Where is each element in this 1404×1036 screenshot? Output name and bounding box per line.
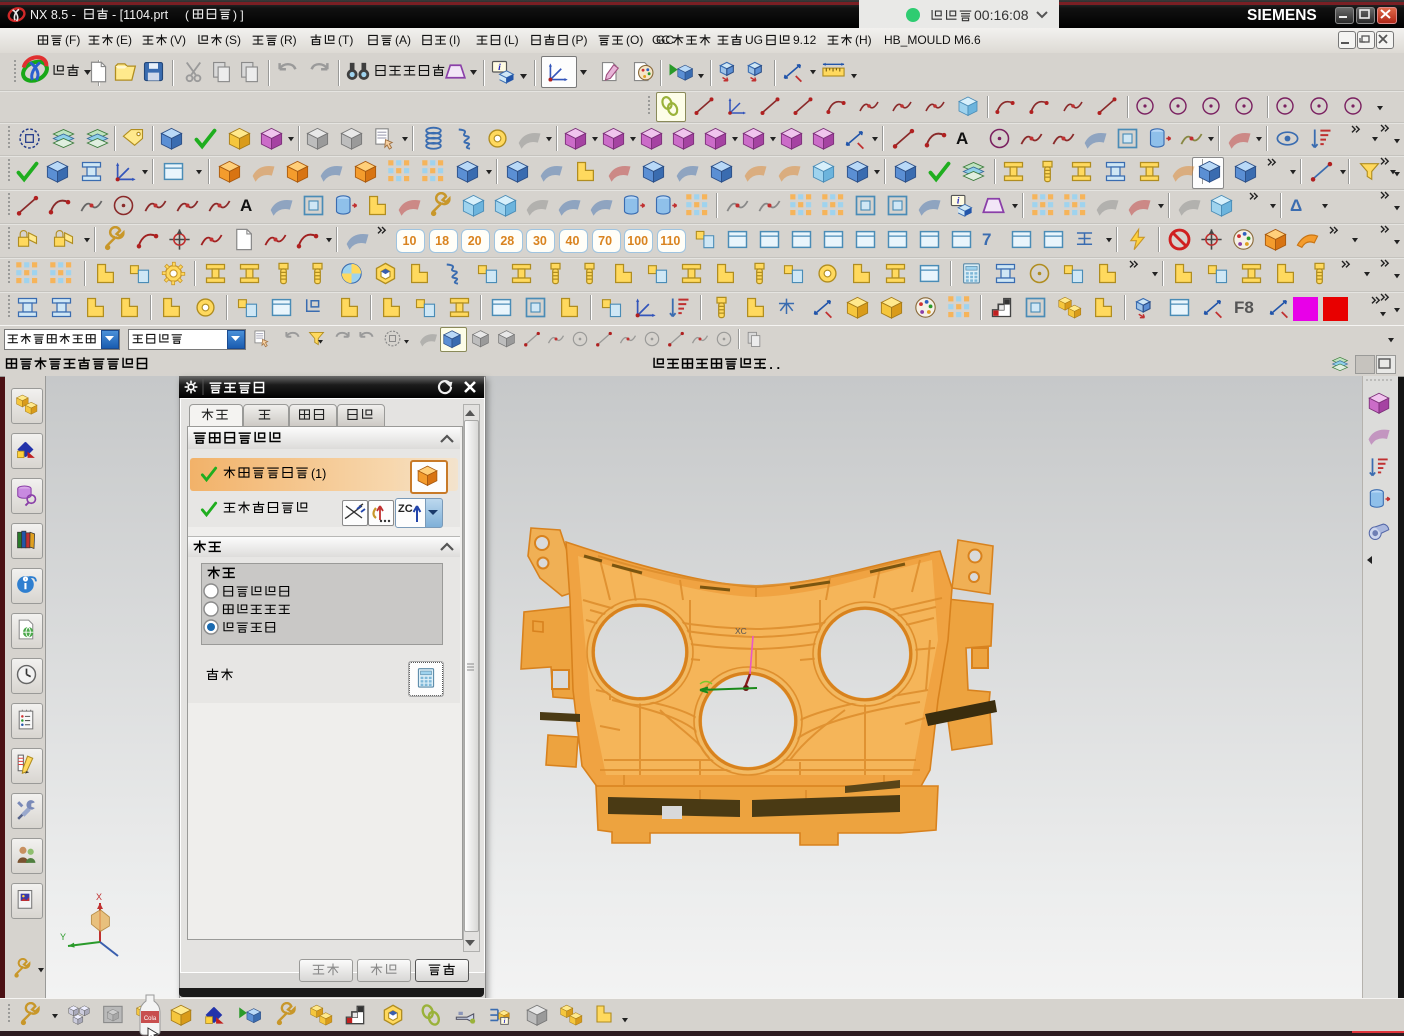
svg-text:ZC: ZC (398, 503, 413, 515)
svg-text:Cola: Cola (144, 1016, 157, 1022)
svg-text:A: A (240, 196, 252, 215)
svg-text:A: A (956, 129, 968, 148)
svg-text:18: 18 (435, 234, 449, 248)
svg-text:X: X (96, 892, 102, 902)
svg-text:Δ: Δ (1290, 196, 1302, 215)
svg-text:UG: UG (745, 33, 763, 47)
svg-text:- [1104.prt: - [1104.prt (112, 8, 169, 22)
svg-text:30: 30 (533, 234, 547, 248)
svg-text:(S): (S) (225, 33, 241, 47)
svg-text:(R): (R) (280, 33, 297, 47)
svg-text:(O): (O) (626, 33, 643, 47)
svg-text:SIEMENS: SIEMENS (1247, 7, 1317, 24)
svg-text:Y: Y (60, 932, 66, 942)
svg-text:(: ( (185, 8, 189, 22)
svg-text:GC: GC (652, 33, 670, 47)
svg-text:) ]: ) ] (233, 8, 244, 22)
svg-text:100: 100 (627, 234, 648, 248)
svg-text:F8: F8 (1234, 298, 1254, 317)
svg-text:HB_MOULD M6.6: HB_MOULD M6.6 (884, 33, 981, 47)
svg-text:(V): (V) (170, 33, 186, 47)
svg-text:(L): (L) (504, 33, 519, 47)
svg-text:110: 110 (660, 234, 680, 248)
svg-text:20: 20 (468, 234, 482, 248)
svg-text:NX 8.5 -: NX 8.5 - (30, 8, 76, 22)
svg-text:(A): (A) (395, 33, 411, 47)
svg-text:(H): (H) (855, 33, 872, 47)
svg-text:70: 70 (598, 234, 612, 248)
svg-text:(T): (T) (338, 33, 353, 47)
svg-text:9.12: 9.12 (793, 33, 817, 47)
svg-text:10: 10 (403, 234, 417, 248)
svg-text:XC: XC (735, 626, 747, 636)
svg-text:(E): (E) (116, 33, 132, 47)
svg-text:(1): (1) (311, 467, 326, 481)
svg-text:. . .: . . . (762, 357, 780, 372)
svg-text:00:16:08: 00:16:08 (974, 7, 1029, 23)
svg-text:40: 40 (566, 234, 580, 248)
svg-text:(F): (F) (65, 33, 80, 47)
svg-text:(P): (P) (572, 33, 588, 47)
svg-text:7: 7 (982, 230, 991, 249)
svg-text:28: 28 (500, 234, 514, 248)
svg-text:(I): (I) (449, 33, 460, 47)
